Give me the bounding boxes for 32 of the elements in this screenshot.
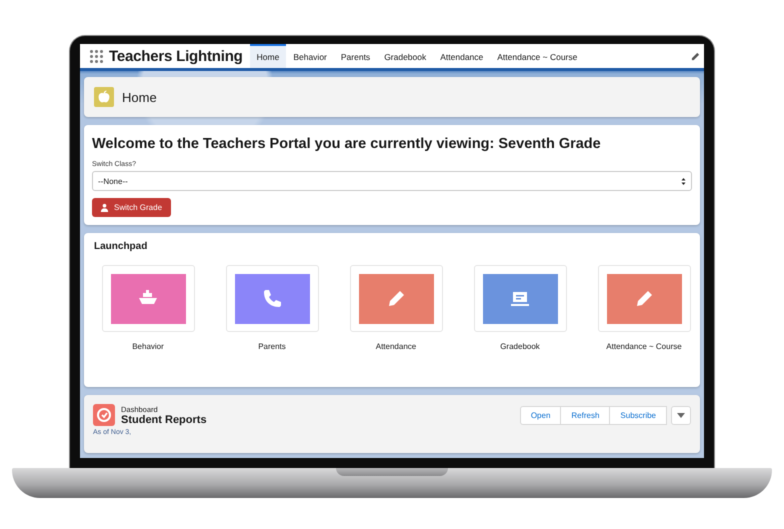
nav-tab[interactable]: Gradebook bbox=[377, 44, 434, 68]
nav-tab[interactable]: Attendance bbox=[433, 44, 490, 68]
apple-icon bbox=[94, 87, 114, 107]
sort-arrows-icon bbox=[681, 176, 686, 186]
nav-tab[interactable]: Attendance ~ Course bbox=[490, 44, 584, 68]
launch-tile[interactable] bbox=[226, 265, 318, 332]
tile-label[interactable]: Attendance bbox=[376, 342, 416, 351]
tile-label[interactable]: Attendance ~ Course bbox=[606, 342, 682, 351]
dashboard-button[interactable]: Subscribe bbox=[609, 406, 667, 425]
launch-tile[interactable] bbox=[102, 265, 194, 332]
app-launcher-icon[interactable] bbox=[90, 50, 103, 63]
nav-tab[interactable]: Home bbox=[250, 44, 286, 68]
launch-tile[interactable] bbox=[474, 265, 566, 332]
caret-icon[interactable] bbox=[671, 406, 691, 425]
page-title: Home bbox=[122, 90, 157, 104]
launch-tile[interactable] bbox=[350, 265, 442, 332]
dashboard-title: Student Reports bbox=[121, 414, 207, 426]
launchpad-title: Launchpad bbox=[94, 241, 148, 252]
class-select[interactable]: --None-- bbox=[92, 171, 692, 191]
dashboard-button[interactable]: Open bbox=[520, 406, 562, 425]
launch-tile[interactable] bbox=[598, 265, 690, 332]
switch-grade-button[interactable]: Switch Grade bbox=[92, 198, 172, 217]
tile-label[interactable]: Gradebook bbox=[500, 342, 540, 351]
app-title: Teachers Lightning bbox=[109, 46, 243, 66]
person-icon bbox=[100, 203, 109, 212]
dashboard-button[interactable]: Refresh bbox=[560, 406, 610, 425]
welcome-heading: Welcome to the Teachers Portal you are currently viewing: Seventh Grade bbox=[92, 136, 602, 152]
nav-tab[interactable]: Behavior bbox=[286, 44, 334, 68]
nav-tab[interactable]: Parents bbox=[334, 44, 378, 68]
pencil-icon[interactable] bbox=[691, 52, 700, 60]
tile-label[interactable]: Parents bbox=[258, 342, 286, 351]
tile-label[interactable]: Behavior bbox=[132, 342, 164, 351]
